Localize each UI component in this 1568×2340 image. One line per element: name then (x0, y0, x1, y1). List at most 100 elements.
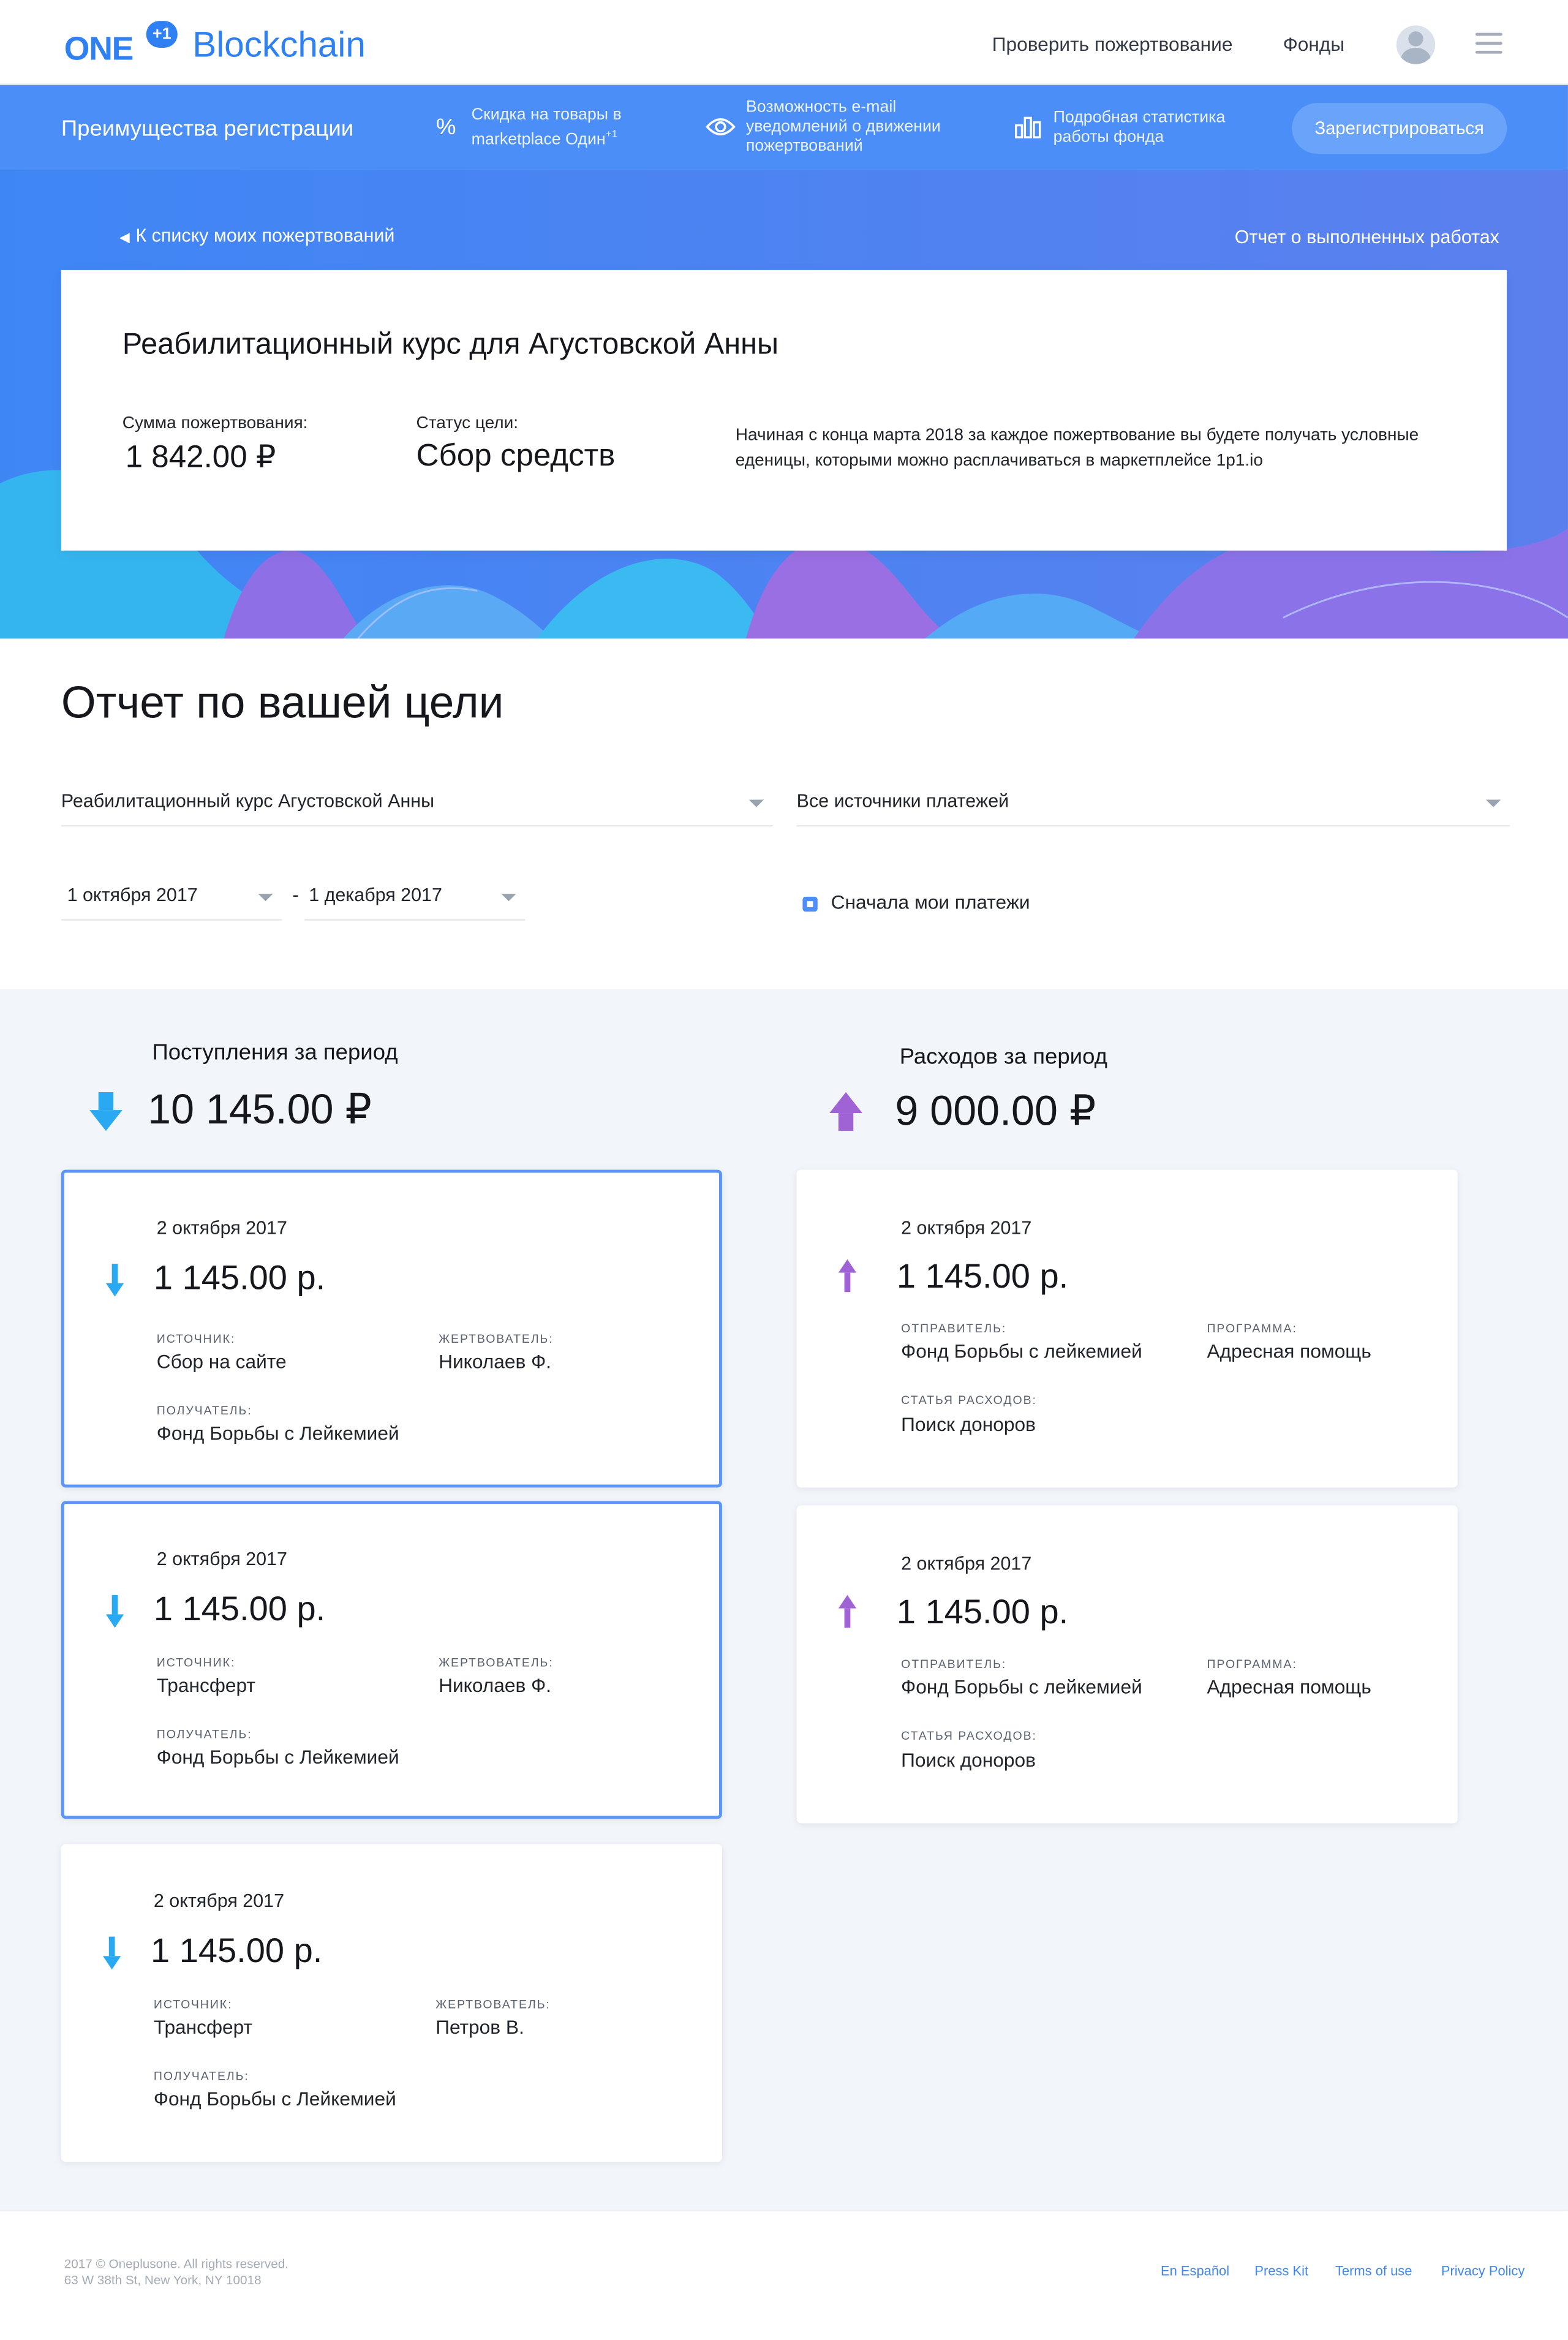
arrow-up-icon (838, 1259, 857, 1293)
source-label: ИСТОЧНИК: (156, 1332, 236, 1346)
card-date: 2 октября 2017 (156, 1549, 287, 1570)
date-to-select[interactable]: 1 декабря 2017 (304, 876, 526, 921)
donor-label: ЖЕРТВОВАТЕЛЬ: (435, 1998, 551, 2012)
completed-works-report-link[interactable]: Отчет о выполненных работах (1235, 227, 1499, 247)
recipient-label: ПОЛУЧАТЕЛЬ: (156, 1403, 252, 1417)
goal-status-value: Сбор средств (416, 439, 616, 474)
income-label: Поступления за период (152, 1040, 398, 1066)
footer-copyright: 2017 © Oneplusone. All rights reserved. … (64, 2256, 288, 2289)
address-text: 63 W 38th St, New York, NY 10018 (64, 2272, 262, 2287)
chevron-down-icon (1485, 799, 1501, 807)
benefit-discount-sup: +1 (605, 129, 618, 140)
goal-select[interactable]: Реабилитационный курс Агустовской Анны (61, 782, 773, 827)
income-card[interactable]: 2 октября 2017 1 145.00 р. ИСТОЧНИК: Тра… (61, 1844, 722, 2162)
arrow-down-icon (105, 1264, 124, 1297)
rewards-note: Начиная с конца марта 2018 за каждое пож… (735, 426, 1419, 470)
logo-badge: +1 (146, 21, 178, 48)
expense-label: Расходов за период (899, 1044, 1107, 1070)
benefit-discount-line2: marketplace Один (471, 130, 606, 148)
date-from-select[interactable]: 1 октября 2017 (61, 876, 282, 921)
goal-select-value: Реабилитационный курс Агустовской Анны (61, 790, 434, 812)
percent-icon: % (436, 115, 456, 140)
arrow-up-icon (838, 1595, 857, 1628)
income-arrow-icon (89, 1092, 123, 1131)
card-date: 2 октября 2017 (901, 1553, 1032, 1574)
expense-card[interactable]: 2 октября 2017 1 145.00 р. ОТПРАВИТЕЛЬ: … (796, 1169, 1458, 1488)
benefit-stats-line1: Подробная статистика (1053, 108, 1226, 126)
chevron-down-icon (748, 799, 764, 807)
source-label: ИСТОЧНИК: (156, 1656, 236, 1670)
donation-amount-value: 1 842.00 ₽ (125, 440, 276, 475)
card-date: 2 октября 2017 (153, 1890, 285, 1912)
benefit-email-line2: уведомлений о движении (745, 118, 941, 136)
source-value: Сбор на сайте (156, 1350, 287, 1373)
donation-goal-title: Реабилитационный курс для Агустовской Ан… (122, 328, 779, 361)
card-date: 2 октября 2017 (156, 1217, 287, 1239)
footer-link-privacy[interactable]: Privacy Policy (1441, 2263, 1525, 2278)
top-navigation: ONE +1 Blockchain Проверить пожертвовани… (0, 0, 1568, 85)
source-value: Трансферт (156, 1674, 255, 1697)
footer-link-terms[interactable]: Terms of use (1335, 2263, 1412, 2278)
expense-item-label: СТАТЬЯ РАСХОДОВ: (901, 1393, 1037, 1407)
footer: 2017 © Oneplusone. All rights reserved. … (0, 2210, 1568, 2334)
card-amount: 1 145.00 р. (153, 1258, 326, 1297)
program-label: ПРОГРАММА: (1207, 1322, 1297, 1335)
sender-label: ОТПРАВИТЕЛЬ: (901, 1322, 1007, 1335)
card-amount: 1 145.00 р. (151, 1930, 323, 1970)
program-value: Адресная помощь (1207, 1675, 1371, 1698)
donation-card: Реабилитационный курс для Агустовской Ан… (61, 270, 1507, 551)
card-amount: 1 145.00 р. (896, 1591, 1069, 1631)
benefit-email: Возможность e-mail уведомлений о движени… (704, 85, 941, 170)
benefit-stats: Подробная статистика работы фонда (1011, 85, 1225, 170)
payment-source-select[interactable]: Все источники платежей (796, 782, 1510, 827)
transactions-area: Поступления за период 10 145.00 ₽ Расход… (0, 989, 1568, 2210)
goal-status-label: Статус цели: (416, 415, 519, 433)
register-button[interactable]: Зарегистрироваться (1292, 103, 1507, 154)
benefit-stats-line2: работы фонда (1053, 127, 1164, 146)
income-card[interactable]: 2 октября 2017 1 145.00 р. ИСТОЧНИК: Сбо… (61, 1169, 722, 1488)
benefit-discount-line1: Скидка на товары в (471, 105, 622, 124)
donor-label: ЖЕРТВОВАТЕЛЬ: (439, 1656, 554, 1670)
registration-benefits-bar: Преимущества регистрации % Скидка на тов… (0, 85, 1568, 170)
recipient-label: ПОЛУЧАТЕЛЬ: (156, 1727, 252, 1742)
eye-icon (704, 116, 737, 140)
donor-value: Петров В. (435, 2015, 524, 2039)
chevron-left-icon: ◀ (119, 230, 130, 245)
recipient-value: Фонд Борьбы с Лейкемией (153, 2087, 396, 2110)
expense-card[interactable]: 2 октября 2017 1 145.00 р. ОТПРАВИТЕЛЬ: … (796, 1505, 1458, 1824)
nav-check-donation[interactable]: Проверить пожертвование (992, 33, 1233, 56)
expense-item-value: Поиск доноров (901, 1413, 1036, 1436)
footer-link-espanol[interactable]: En Español (1161, 2263, 1229, 2278)
back-link-label: К списку моих пожертвований (135, 225, 395, 246)
report-title: Отчет по вашей цели (61, 679, 504, 728)
donor-value: Николаев Ф. (439, 1674, 551, 1697)
footer-link-press-kit[interactable]: Press Kit (1254, 2263, 1308, 2278)
expense-arrow-icon (829, 1092, 862, 1131)
benefit-email-line3: пожертвований (745, 137, 863, 156)
recipient-value: Фонд Борьбы с Лейкемией (156, 1745, 399, 1768)
expense-total: 9 000.00 ₽ (895, 1087, 1096, 1134)
income-card[interactable]: 2 октября 2017 1 145.00 р. ИСТОЧНИК: Тра… (61, 1501, 722, 1819)
logo-word: Blockchain (192, 25, 366, 66)
my-payments-first-label[interactable]: Сначала мои платежи (831, 891, 1030, 913)
menu-icon[interactable] (1475, 32, 1502, 54)
card-amount: 1 145.00 р. (153, 1589, 326, 1628)
donation-amount-label: Сумма пожертвования: (122, 415, 308, 433)
card-date: 2 октября 2017 (901, 1217, 1032, 1239)
my-payments-first-checkbox[interactable] (802, 896, 818, 912)
sender-value: Фонд Борьбы с лейкемией (901, 1675, 1142, 1698)
sender-label: ОТПРАВИТЕЛЬ: (901, 1658, 1007, 1671)
recipient-label: ПОЛУЧАТЕЛЬ: (153, 2069, 249, 2083)
card-amount: 1 145.00 р. (896, 1256, 1069, 1296)
source-value: Трансферт (153, 2015, 253, 2039)
user-avatar[interactable] (1396, 25, 1436, 64)
recipient-value: Фонд Борьбы с Лейкемией (156, 1422, 399, 1444)
nav-funds[interactable]: Фонды (1283, 33, 1344, 56)
back-to-donations-link[interactable]: ◀ К списку моих пожертвований (119, 225, 395, 246)
expense-item-label: СТАТЬЯ РАСХОДОВ: (901, 1729, 1037, 1743)
income-total: 10 145.00 ₽ (148, 1086, 372, 1133)
program-value: Адресная помощь (1207, 1340, 1371, 1362)
date-separator: - (292, 883, 299, 906)
copyright-text: 2017 © Oneplusone. All rights reserved. (64, 2255, 289, 2271)
chevron-down-icon (258, 893, 273, 902)
